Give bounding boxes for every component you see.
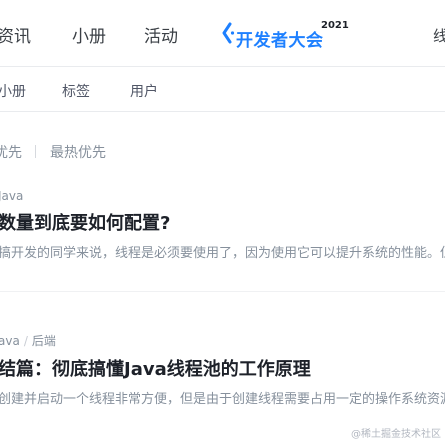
sub-navigation: 小册 标签 用户 xyxy=(0,67,445,112)
article-title[interactable]: 结篇：彻底搞懂Java线程池的工作原理 xyxy=(0,355,445,381)
article-tag[interactable]: 后端 xyxy=(32,334,56,348)
tag-separator: / xyxy=(23,334,28,348)
right-nav-partial[interactable]: 线 xyxy=(433,25,445,46)
top-header: 资讯 小册 活动 开发者大会 2021 线 xyxy=(0,0,445,67)
article-item[interactable]: Java 数量到底要如何配置? 搞开发的同学来说，线程是必须要使用了，因为使用它… xyxy=(0,189,445,292)
nav-news[interactable]: 资讯 xyxy=(0,22,31,47)
article-feed: Java 数量到底要如何配置? 搞开发的同学来说，线程是必须要使用了，因为使用它… xyxy=(0,182,445,445)
sort-hot[interactable]: 最热优先 xyxy=(50,142,106,162)
article-tag[interactable]: Java xyxy=(0,189,23,203)
sort-recommended[interactable]: 优先 xyxy=(0,142,22,162)
article-tags: ava / 后端 xyxy=(0,332,445,349)
subnav-item-book[interactable]: 小册 xyxy=(0,81,26,101)
developer-conference-link[interactable]: 开发者大会 2021 xyxy=(220,18,355,51)
conference-title: 开发者大会 xyxy=(236,31,324,51)
article-item[interactable]: ava / 后端 结篇：彻底搞懂Java线程池的工作原理 创建并启动一个线程非常方便… xyxy=(0,332,445,407)
watermark: @稀土掘金技术社区 xyxy=(351,429,441,440)
nav-activity[interactable]: 活动 xyxy=(144,22,178,47)
article-tag[interactable]: ava xyxy=(0,334,20,348)
article-summary: 搞开发的同学来说，线程是必须要使用了，因为使用它可以提升系统的性能。但 xyxy=(0,246,445,261)
conference-logo-icon xyxy=(220,22,236,44)
page: 资讯 小册 活动 开发者大会 2021 线 小册 标签 用户 优先 最热优先 J… xyxy=(0,0,445,445)
article-title[interactable]: 数量到底要如何配置? xyxy=(0,209,445,235)
sort-divider xyxy=(35,145,36,158)
nav-book[interactable]: 小册 xyxy=(72,22,106,47)
conference-year: 2021 xyxy=(321,20,349,31)
subnav-item-tags[interactable]: 标签 xyxy=(62,81,90,101)
sort-bar: 优先 最热优先 xyxy=(0,112,445,182)
article-tags: Java xyxy=(0,189,445,203)
item-divider xyxy=(0,291,445,292)
article-summary: 创建并启动一个线程非常方便，但是由于创建线程需要占用一定的操作系统资源 xyxy=(0,392,445,407)
subnav-item-users[interactable]: 用户 xyxy=(130,81,158,101)
